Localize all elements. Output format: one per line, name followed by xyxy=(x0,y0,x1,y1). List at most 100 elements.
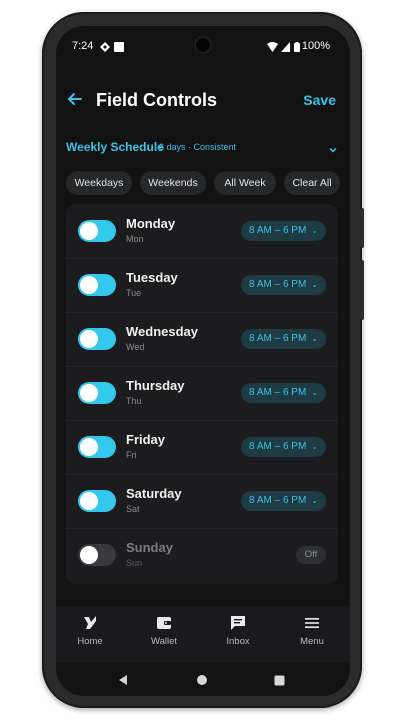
hours-dropdown-thursday[interactable]: 8 AM – 6 PM ⌄ xyxy=(241,383,326,403)
toggle-tuesday[interactable] xyxy=(78,274,116,296)
volume-button xyxy=(360,260,364,320)
divider xyxy=(66,258,338,259)
hours-dropdown-tuesday[interactable]: 8 AM – 6 PM ⌄ xyxy=(241,275,326,295)
toggle-friday[interactable] xyxy=(78,436,116,458)
day-name: Wednesday xyxy=(126,324,199,339)
divider xyxy=(66,474,338,475)
schedule-label: Weekly Schedule xyxy=(66,140,164,154)
app-bar: Field Controls Save xyxy=(56,86,350,116)
day-name: Thursday xyxy=(126,378,185,393)
hours-dropdown-friday[interactable]: 8 AM – 6 PM ⌄ xyxy=(241,437,326,457)
day-row-wednesday: Wednesday Wed 8 AM – 6 PM ⌄ xyxy=(66,312,338,366)
schedule-summary: 6 days · Consistent xyxy=(159,142,237,152)
toggle-thursday[interactable] xyxy=(78,382,116,404)
nav-home[interactable]: Home xyxy=(60,614,120,647)
nav-label: Menu xyxy=(300,636,324,647)
days-list: Monday Mon 8 AM – 6 PM ⌄ Tuesday Tue 8 AM… xyxy=(66,204,338,584)
notification-icon xyxy=(114,39,124,57)
day-short: Fri xyxy=(126,450,137,460)
day-row-friday: Friday Fri 8 AM – 6 PM ⌄ xyxy=(66,420,338,474)
toggle-knob xyxy=(80,276,98,294)
chip-weekends[interactable]: Weekends xyxy=(140,171,206,195)
toggle-knob xyxy=(80,222,98,240)
system-back-icon[interactable] xyxy=(118,673,128,691)
hours-dropdown-saturday[interactable]: 8 AM – 6 PM ⌄ xyxy=(241,491,326,511)
hours-dropdown-monday[interactable]: 8 AM – 6 PM ⌄ xyxy=(241,221,326,241)
screen: 7:24 100% Field Controls Save Weekly Sch… xyxy=(56,26,350,696)
bottom-nav: Home Wallet Inbox Menu xyxy=(56,606,350,662)
hours-dropdown-wednesday[interactable]: 8 AM – 6 PM ⌄ xyxy=(241,329,326,349)
nav-label: Home xyxy=(77,636,103,647)
chip-all-week[interactable]: All Week xyxy=(214,171,276,195)
day-short: Thu xyxy=(126,396,142,406)
hours-value: 8 AM – 6 PM xyxy=(249,225,307,236)
wallet-icon xyxy=(155,614,173,632)
page-title: Field Controls xyxy=(96,90,217,110)
hours-value: 8 AM – 6 PM xyxy=(249,333,307,344)
hours-value: 8 AM – 6 PM xyxy=(249,495,307,506)
toggle-knob xyxy=(80,384,98,402)
chevron-down-icon: ⌄ xyxy=(311,280,318,289)
signal-icon xyxy=(281,39,290,57)
day-row-sunday: Sunday Sun Off xyxy=(66,528,338,582)
chevron-down-icon: ⌄ xyxy=(311,442,318,451)
save-button[interactable]: Save xyxy=(303,92,336,108)
toggle-monday[interactable] xyxy=(78,220,116,242)
battery-icon xyxy=(294,39,300,57)
day-short: Tue xyxy=(126,288,142,298)
day-name: Monday xyxy=(126,216,176,231)
location-icon xyxy=(100,39,110,57)
day-short: Sun xyxy=(126,558,143,568)
day-name: Saturday xyxy=(126,486,182,501)
weekly-schedule-dropdown[interactable]: Weekly Schedule 6 days · Consistent xyxy=(66,140,340,160)
status-time: 7:24 xyxy=(72,40,94,52)
system-nav-bar xyxy=(56,662,350,696)
toggle-knob xyxy=(80,546,98,564)
chevron-down-icon: ⌄ xyxy=(311,388,318,397)
day-name: Friday xyxy=(126,432,166,447)
off-badge: Off xyxy=(296,546,326,564)
toggle-knob xyxy=(80,492,98,510)
home-icon xyxy=(81,614,99,632)
nav-menu[interactable]: Menu xyxy=(282,614,342,647)
menu-icon xyxy=(303,614,321,632)
toggle-wednesday[interactable] xyxy=(78,328,116,350)
day-row-tuesday: Tuesday Tue 8 AM – 6 PM ⌄ xyxy=(66,258,338,312)
front-camera xyxy=(196,38,210,52)
chevron-down-icon: ⌄ xyxy=(311,226,318,235)
arrow-left-icon[interactable] xyxy=(66,90,84,108)
chevron-down-icon xyxy=(328,142,338,153)
day-name: Sunday xyxy=(126,540,173,555)
divider xyxy=(66,366,338,367)
day-name: Tuesday xyxy=(126,270,178,285)
day-short: Sat xyxy=(126,504,140,514)
chevron-down-icon: ⌄ xyxy=(311,496,318,505)
toggle-knob xyxy=(80,330,98,348)
day-row-monday: Monday Mon 8 AM – 6 PM ⌄ xyxy=(66,204,338,258)
toggle-saturday[interactable] xyxy=(78,490,116,512)
nav-inbox[interactable]: Inbox xyxy=(208,614,268,647)
nav-wallet[interactable]: Wallet xyxy=(134,614,194,647)
hours-value: 8 AM – 6 PM xyxy=(249,441,307,452)
chip-weekdays[interactable]: Weekdays xyxy=(66,171,132,195)
day-row-saturday: Saturday Sat 8 AM – 6 PM ⌄ xyxy=(66,474,338,528)
toggle-sunday[interactable] xyxy=(78,544,116,566)
nav-label: Wallet xyxy=(150,636,178,647)
chevron-down-icon: ⌄ xyxy=(311,334,318,343)
divider xyxy=(66,528,338,529)
status-bar: 7:24 100% xyxy=(56,26,350,66)
system-recents-icon[interactable] xyxy=(274,673,285,691)
battery-percent: 100% xyxy=(301,40,330,52)
divider xyxy=(66,420,338,421)
system-home-icon[interactable] xyxy=(196,673,208,691)
inbox-icon xyxy=(229,614,247,632)
day-short: Wed xyxy=(126,342,145,352)
preset-chips: Weekdays Weekends All Week Clear All xyxy=(66,171,350,195)
day-short: Mon xyxy=(126,234,144,244)
day-row-thursday: Thursday Thu 8 AM – 6 PM ⌄ xyxy=(66,366,338,420)
chip-clear-all[interactable]: Clear All xyxy=(284,171,340,195)
toggle-knob xyxy=(80,438,98,456)
power-button xyxy=(360,208,364,248)
hours-value: 8 AM – 6 PM xyxy=(249,279,307,290)
nav-label: Inbox xyxy=(226,636,250,647)
